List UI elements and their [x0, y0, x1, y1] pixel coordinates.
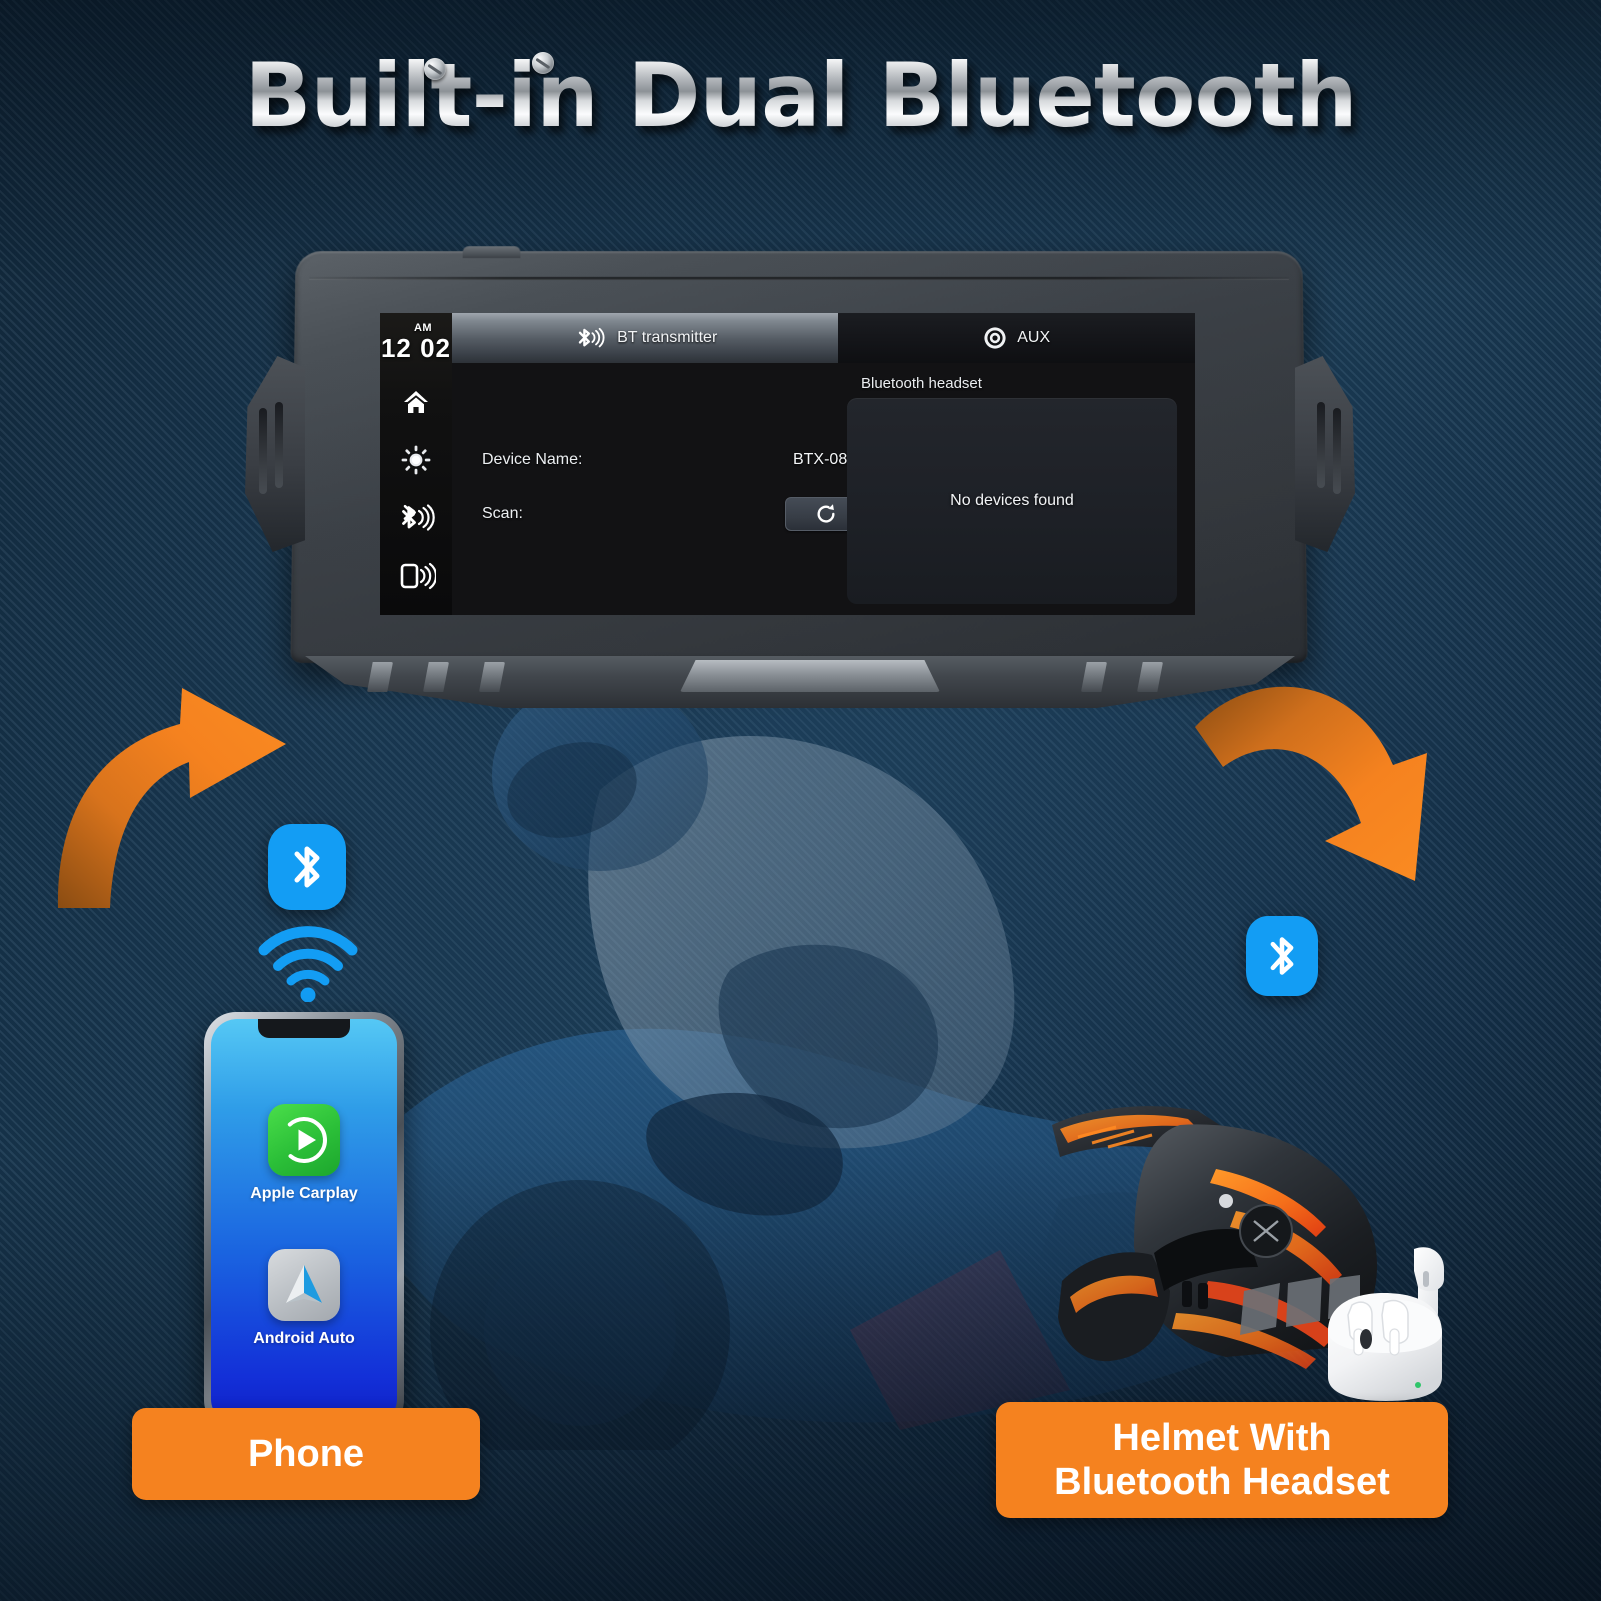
tab-aux[interactable]: AUX [838, 313, 1195, 363]
bluetooth-earbuds [1310, 1245, 1475, 1405]
device-list[interactable]: No devices found [847, 398, 1177, 604]
bracket-center-plate [680, 660, 940, 692]
smartphone-mockup: Apple Carplay Android Auto [204, 1012, 404, 1432]
head-unit-left-wing [245, 356, 305, 552]
bluetooth-icon [1261, 929, 1303, 983]
screen-tabbar: BT transmitter AUX [452, 313, 1195, 363]
aux-jack-icon [983, 326, 1007, 350]
wing-slit [1333, 408, 1341, 494]
clock-time: 12 02 [380, 335, 452, 361]
bluetooth-badge-left [268, 824, 346, 910]
caption-helmet-line2: Bluetooth Headset [1054, 1460, 1390, 1504]
sidebar-item-phone-link[interactable] [380, 551, 452, 601]
car-head-unit: AM 12 02 BT transmitter AUX Device Name:… [245, 238, 1355, 698]
wing-slit [1317, 402, 1325, 488]
screen-sidebar: AM 12 02 [380, 313, 452, 615]
no-devices-message: No devices found [950, 492, 1074, 510]
refresh-icon [815, 503, 837, 525]
bluetooth-headset-title: Bluetooth headset [861, 375, 1177, 392]
phone-link-icon [396, 561, 436, 591]
caption-phone-label: Phone [248, 1432, 364, 1476]
bluetooth-badge-right [1246, 916, 1318, 996]
screw-decoration-icon [424, 58, 446, 80]
home-icon [402, 389, 430, 415]
wing-slit [275, 402, 283, 488]
brightness-icon [401, 445, 431, 475]
android-auto-icon [278, 1259, 330, 1311]
screen-content: Device Name: BTX-08F Scan: Bluetooth hea… [452, 363, 1195, 615]
page-title: Built-in Dual Bluetooth [0, 44, 1601, 147]
device-name-row: Device Name: BTX-08F [482, 433, 867, 487]
screw-decoration-icon [532, 52, 554, 74]
caption-helmet: Helmet With Bluetooth Headset [996, 1402, 1448, 1518]
sidebar-item-bluetooth[interactable] [380, 493, 452, 543]
status-clock: AM 12 02 [380, 323, 452, 361]
phone-notch [258, 1019, 350, 1038]
caption-helmet-line1: Helmet With [1112, 1416, 1331, 1460]
caption-phone: Phone [132, 1408, 480, 1500]
apple-carplay-label: Apple Carplay [250, 1185, 358, 1203]
bt-transmitter-settings: Device Name: BTX-08F Scan: [482, 433, 867, 541]
tab-bt-transmitter-label: BT transmitter [617, 329, 717, 347]
wing-slit [259, 408, 267, 494]
bluetooth-icon [284, 838, 330, 896]
scan-row: Scan: [482, 487, 867, 541]
apple-carplay-app-icon[interactable] [268, 1104, 340, 1176]
head-unit-top-nub [463, 246, 521, 258]
phone-screen: Apple Carplay Android Auto [211, 1019, 397, 1425]
android-auto-label: Android Auto [253, 1330, 355, 1348]
product-marketing-image: Built-in Dual Bluetooth AM 12 02 BT tran… [0, 0, 1601, 1601]
sidebar-item-home[interactable] [380, 377, 452, 427]
carplay-icon [278, 1114, 330, 1166]
tab-aux-label: AUX [1017, 329, 1050, 347]
tab-bt-transmitter[interactable]: BT transmitter [452, 313, 838, 363]
head-unit-top-seam [309, 277, 1289, 280]
wifi-badge-left [258, 926, 358, 1002]
scan-label: Scan: [482, 505, 523, 523]
android-auto-app-icon[interactable] [268, 1249, 340, 1321]
device-name-label: Device Name: [482, 451, 582, 469]
bluetooth-headset-panel: Bluetooth headset No devices found [847, 375, 1177, 611]
bluetooth-signal-icon [573, 326, 607, 350]
head-unit-screen: AM 12 02 BT transmitter AUX Device Name:… [380, 313, 1195, 615]
bluetooth-signal-icon [396, 503, 436, 533]
head-unit-right-wing [1295, 356, 1355, 552]
sidebar-item-brightness[interactable] [380, 435, 452, 485]
